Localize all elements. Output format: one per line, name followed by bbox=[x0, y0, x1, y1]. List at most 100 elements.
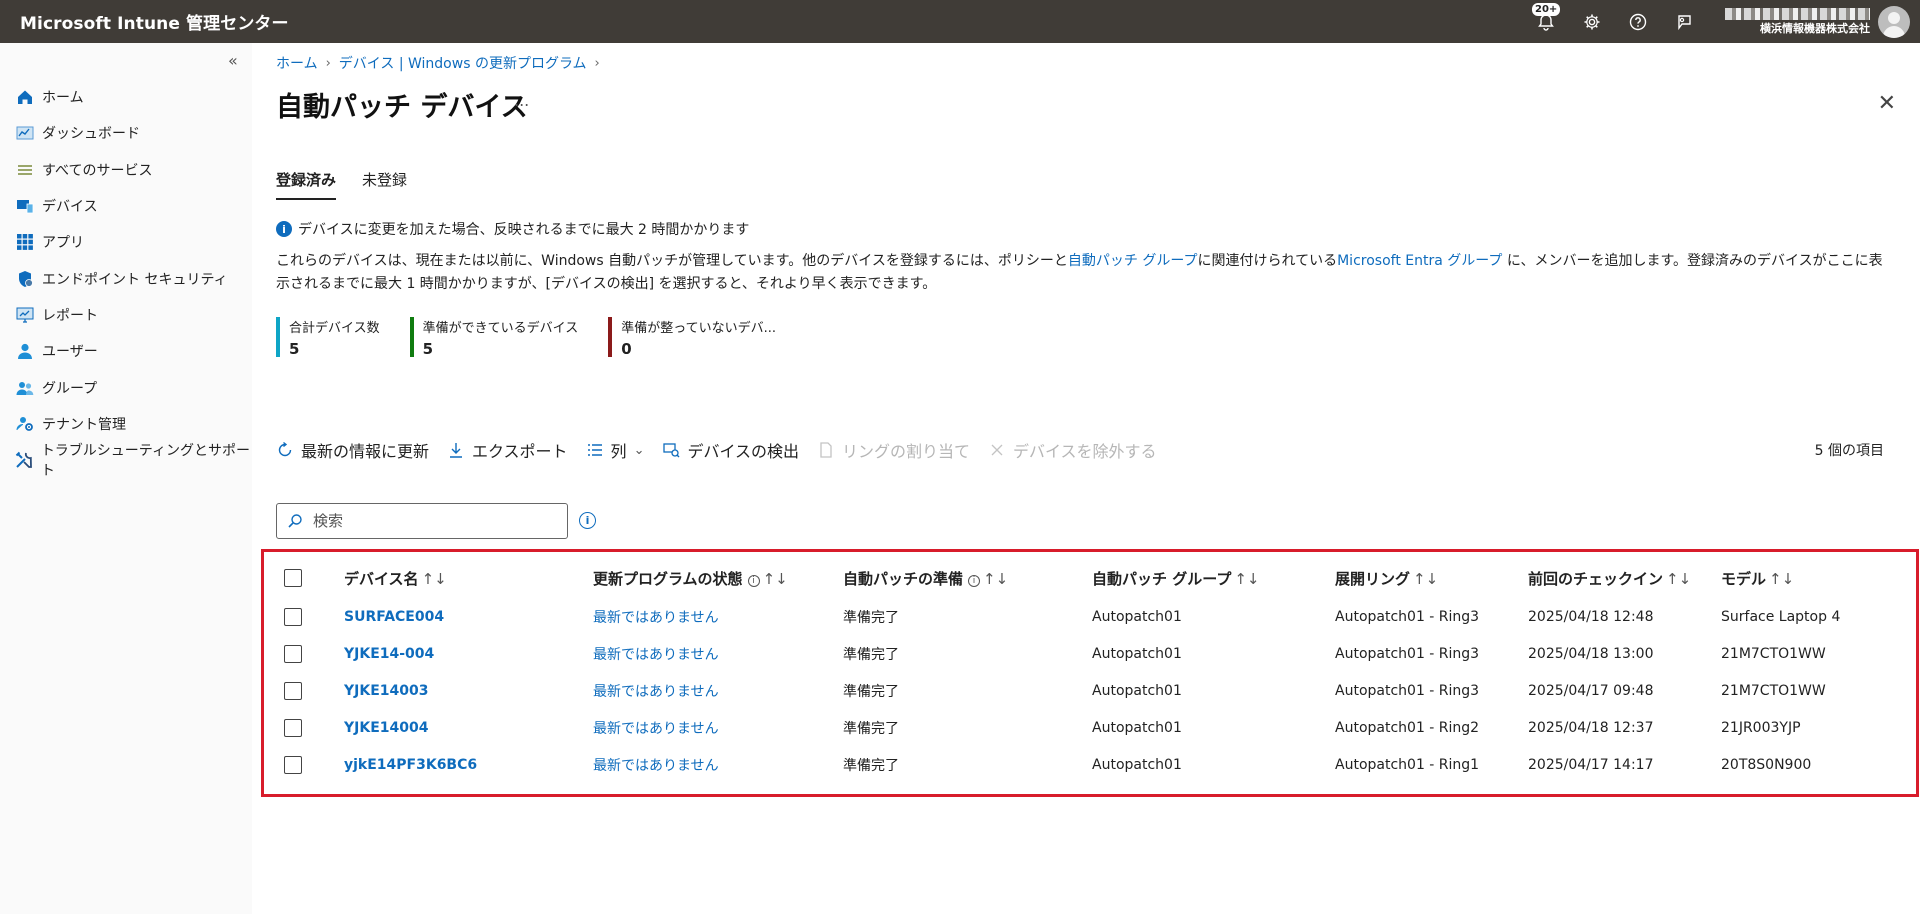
ring-cell: Autopatch01 - Ring1 bbox=[1335, 756, 1480, 773]
close-icon[interactable]: ✕ bbox=[1878, 91, 1896, 116]
column-autopatch-group[interactable]: 自動パッチ グループ ↑↓ bbox=[1092, 558, 1335, 598]
breadcrumb: ホーム › デバイス | Windows の更新プログラム › bbox=[276, 53, 608, 73]
device-name-cell: SURFACE004 bbox=[344, 598, 593, 635]
columns-button[interactable]: 列 ⌄ bbox=[586, 438, 644, 462]
device-name-link[interactable]: YJKE14-004 bbox=[344, 646, 434, 662]
report-icon bbox=[14, 304, 36, 326]
column-readiness[interactable]: 自動パッチの準備 i ↑↓ bbox=[843, 558, 1092, 598]
device-name-cell: YJKE14004 bbox=[344, 709, 593, 746]
update-status-link[interactable]: 最新ではありません bbox=[593, 684, 719, 700]
row-select-cell bbox=[276, 672, 344, 709]
sidebar-item-troubleshooting[interactable]: トラブルシューティングとサポート bbox=[0, 442, 252, 480]
sidebar-item-apps[interactable]: アプリ bbox=[0, 224, 252, 260]
row-select-cell bbox=[276, 635, 344, 672]
update-status-link[interactable]: 最新ではありません bbox=[593, 758, 719, 774]
row-checkbox[interactable] bbox=[284, 644, 302, 663]
group-cell: Autopatch01 bbox=[1092, 682, 1182, 699]
sidebar-item-label: デバイス bbox=[42, 199, 98, 216]
info-icon[interactable]: i bbox=[747, 574, 760, 587]
model-cell: 20T8S0N900 bbox=[1721, 756, 1812, 773]
sidebar-item-endpoint-security[interactable]: エンドポイント セキュリティ bbox=[0, 260, 252, 296]
sidebar-item-users[interactable]: ユーザー bbox=[0, 333, 252, 369]
avatar[interactable] bbox=[1878, 5, 1910, 38]
chevron-right-icon: › bbox=[594, 55, 600, 71]
autopatch-group-link[interactable]: 自動パッチ グループ bbox=[1068, 253, 1198, 269]
row-checkbox[interactable] bbox=[284, 607, 302, 626]
table-row[interactable]: yjkE14PF3K6BC6 最新ではありません 準備完了 Autopatch0… bbox=[276, 746, 1901, 783]
entra-group-link[interactable]: Microsoft Entra グループ bbox=[1337, 253, 1502, 269]
refresh-icon bbox=[278, 441, 292, 457]
close-icon bbox=[991, 444, 1003, 456]
description: これらのデバイスは、現在または以前に、Windows 自動パッチが管理しています… bbox=[276, 250, 1896, 296]
apps-grid-icon bbox=[14, 231, 36, 253]
notifications-button[interactable]: 20+ bbox=[1523, 0, 1569, 43]
user-icon bbox=[14, 340, 36, 362]
device-name-cell: YJKE14003 bbox=[344, 672, 593, 709]
settings-button[interactable] bbox=[1569, 0, 1615, 43]
item-count: 5 個の項目 bbox=[1814, 443, 1884, 459]
sidebar-item-dashboard[interactable]: ダッシュボード bbox=[0, 115, 252, 151]
device-name-link[interactable]: SURFACE004 bbox=[344, 609, 444, 625]
sidebar-item-all-services[interactable]: すべてのサービス bbox=[0, 152, 252, 188]
select-all-checkbox[interactable] bbox=[284, 569, 302, 588]
update-status-link[interactable]: 最新ではありません bbox=[593, 610, 719, 626]
tab-registered[interactable]: 登録済み bbox=[276, 169, 337, 200]
model-cell: 21M7CTO1WW bbox=[1721, 682, 1826, 699]
row-select-cell bbox=[276, 709, 344, 746]
sidebar-item-label: トラブルシューティングとサポート bbox=[40, 443, 250, 480]
discover-devices-button[interactable]: デバイスの検出 bbox=[662, 438, 799, 462]
device-name-link[interactable]: YJKE14003 bbox=[344, 683, 428, 699]
row-checkbox[interactable] bbox=[284, 718, 302, 737]
device-name-link[interactable]: yjkE14PF3K6BC6 bbox=[344, 757, 477, 773]
more-options-icon[interactable]: ... bbox=[514, 91, 529, 110]
model-cell: 21M7CTO1WW bbox=[1721, 645, 1826, 662]
sort-icon: ↑↓ bbox=[1234, 569, 1260, 588]
search-input[interactable] bbox=[311, 511, 551, 531]
update-status-link[interactable]: 最新ではありません bbox=[593, 721, 719, 737]
sidebar: « ホーム ダッシュボード すべてのサービス デバイス アプリ エンドポイント … bbox=[0, 43, 252, 914]
device-name-link[interactable]: YJKE14004 bbox=[344, 720, 428, 736]
checkin-cell: 2025/04/17 09:48 bbox=[1528, 682, 1654, 699]
column-device-name[interactable]: デバイス名 ↑↓ bbox=[344, 558, 593, 598]
feedback-button[interactable] bbox=[1661, 0, 1707, 43]
checkin-cell: 2025/04/17 14:17 bbox=[1528, 756, 1654, 773]
column-last-checkin[interactable]: 前回のチェックイン ↑↓ bbox=[1528, 558, 1721, 598]
column-deployment-ring[interactable]: 展開リング ↑↓ bbox=[1335, 558, 1528, 598]
breadcrumb-windows-updates[interactable]: デバイス | Windows の更新プログラム bbox=[339, 53, 587, 73]
collapse-sidebar-icon[interactable]: « bbox=[228, 51, 238, 70]
table-row[interactable]: SURFACE004 最新ではありません 準備完了 Autopatch01 Au… bbox=[276, 598, 1901, 635]
app-title[interactable]: Microsoft Intune 管理センター bbox=[20, 9, 289, 34]
sidebar-item-label: アプリ bbox=[42, 235, 84, 252]
sidebar-item-groups[interactable]: グループ bbox=[0, 369, 252, 405]
exclude-devices-button[interactable]: デバイスを除外する bbox=[988, 438, 1157, 462]
stat-value: 5 bbox=[289, 340, 300, 358]
sidebar-item-reports[interactable]: レポート bbox=[0, 297, 252, 333]
refresh-button[interactable]: 最新の情報に更新 bbox=[276, 438, 429, 462]
row-checkbox[interactable] bbox=[284, 681, 302, 700]
column-model[interactable]: モデル ↑↓ bbox=[1721, 558, 1901, 598]
info-icon[interactable]: i bbox=[968, 574, 981, 587]
stat-ready-devices: 準備ができているデバイス 5 bbox=[409, 317, 578, 358]
sidebar-item-devices[interactable]: デバイス bbox=[0, 188, 252, 224]
export-button[interactable]: エクスポート bbox=[447, 438, 568, 462]
sort-icon: ↑↓ bbox=[421, 569, 447, 588]
row-checkbox[interactable] bbox=[284, 755, 302, 774]
sidebar-item-home[interactable]: ホーム bbox=[0, 79, 252, 115]
sidebar-item-tenant-admin[interactable]: テナント管理 bbox=[0, 406, 252, 442]
table-row[interactable]: YJKE14004 最新ではありません 準備完了 Autopatch01 Aut… bbox=[276, 709, 1901, 746]
search-box[interactable] bbox=[276, 503, 568, 539]
account-menu[interactable]: 横浜情報機器株式会社 bbox=[1725, 5, 1910, 38]
tab-unregistered[interactable]: 未登録 bbox=[362, 169, 407, 200]
update-status-link[interactable]: 最新ではありません bbox=[593, 647, 719, 663]
table-row[interactable]: YJKE14003 最新ではありません 準備完了 Autopatch01 Aut… bbox=[276, 672, 1901, 709]
assign-ring-button[interactable]: リングの割り当て bbox=[817, 438, 970, 462]
list-icon bbox=[14, 159, 36, 181]
help-button[interactable] bbox=[1615, 0, 1661, 43]
sidebar-item-label: ユーザー bbox=[42, 344, 98, 361]
tab-list: 登録済み 未登録 bbox=[276, 169, 433, 200]
row-select-cell bbox=[276, 598, 344, 635]
table-row[interactable]: YJKE14-004 最新ではありません 準備完了 Autopatch01 Au… bbox=[276, 635, 1901, 672]
column-update-status[interactable]: 更新プログラムの状態 i ↑↓ bbox=[593, 558, 843, 598]
search-info-icon[interactable]: i bbox=[579, 512, 596, 529]
breadcrumb-home[interactable]: ホーム bbox=[276, 53, 318, 73]
